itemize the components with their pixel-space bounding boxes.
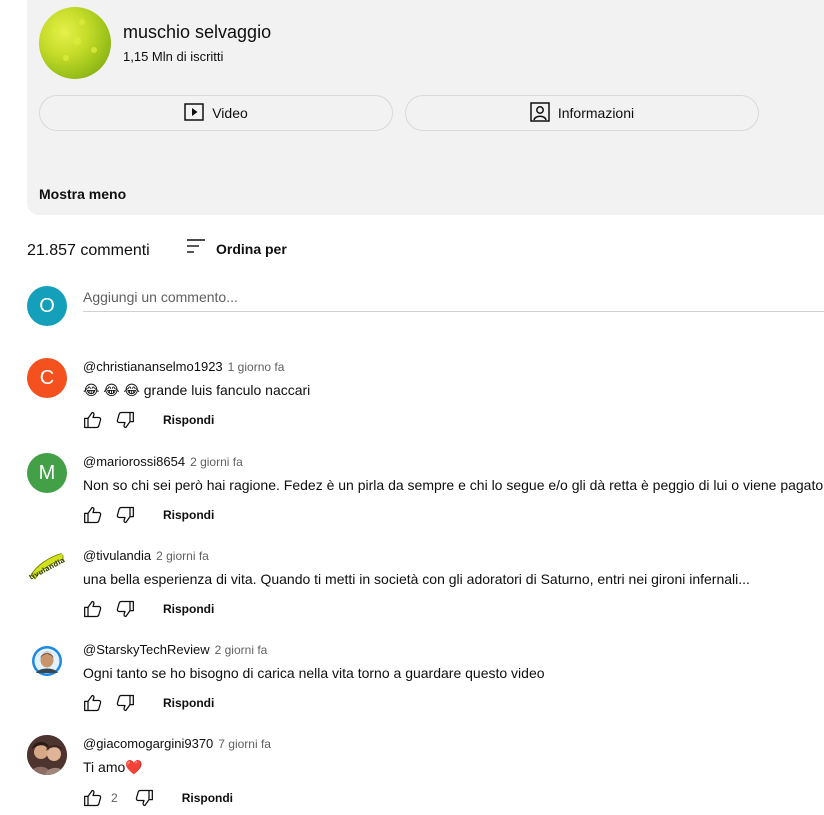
comment-text: una bella esperienza di vita. Quando ti … [83,571,750,587]
channel-card: muschio selvaggio 1,15 Mln di iscritti V… [27,0,824,215]
comment-avatar[interactable] [27,735,67,775]
comment-time[interactable]: 2 giorni fa [190,455,243,469]
video-button-label: Video [212,105,248,121]
video-play-icon [184,102,204,124]
comment-author[interactable]: @mariorossi8654 [83,454,185,469]
like-count: 2 [111,791,118,805]
comment-text: 😂 😂 😂 grande luis fanculo naccari [83,382,311,398]
info-button-label: Informazioni [557,105,635,121]
thumbs-up-icon[interactable] [81,503,105,527]
thumbs-down-icon[interactable] [113,408,137,432]
subscriber-count: 1,15 Mln di iscritti [123,49,224,64]
comment-time[interactable]: 2 giorni fa [215,643,268,657]
comment-thread: tivulandia @tivulandia 2 giorni fa una b… [27,547,824,633]
comment-thread: @giacomogargini9370 7 giorni fa Ti amo❤️… [27,735,824,815]
comment-author[interactable]: @giacomogargini9370 [83,736,213,751]
show-less-button[interactable]: Mostra meno [39,186,126,202]
thumbs-up-icon[interactable] [81,597,105,621]
comment-text: Non so chi sei però hai ragione. Fedez è… [83,477,824,493]
sort-icon [186,238,206,259]
channel-avatar[interactable] [39,7,111,79]
reply-button[interactable]: Rispondi [163,696,214,710]
comment-thread: M @mariorossi8654 2 giorni fa Non so chi… [27,453,824,539]
comment-time[interactable]: 1 giorno fa [228,360,285,374]
comment-avatar[interactable] [27,641,67,681]
comments-count: 21.857 commenti [27,242,150,259]
thumbs-up-icon[interactable] [81,786,105,810]
thumbs-down-icon[interactable] [113,503,137,527]
sort-button[interactable]: Ordina per [186,238,287,259]
comment-avatar[interactable]: C [27,358,67,398]
thumbs-down-icon[interactable] [113,691,137,715]
comment-time[interactable]: 7 giorni fa [218,737,271,751]
reply-button[interactable]: Rispondi [163,413,214,427]
user-avatar[interactable]: O [27,286,67,326]
reply-button[interactable]: Rispondi [182,791,233,805]
person-box-icon [530,101,550,125]
sort-label: Ordina per [216,240,287,257]
thumbs-down-icon[interactable] [132,786,156,810]
thumbs-down-icon[interactable] [113,597,137,621]
comment-avatar[interactable]: M [27,453,67,493]
video-button[interactable]: Video [39,95,393,131]
thumbs-up-icon[interactable] [81,691,105,715]
comment-avatar[interactable]: tivulandia [27,547,67,587]
thumbs-up-icon[interactable] [81,408,105,432]
comment-thread: @StarskyTechReview 2 giorni fa Ogni tant… [27,641,824,727]
comment-thread: C @christiananselmo1923 1 giorno fa 😂 😂 … [27,358,824,444]
channel-name[interactable]: muschio selvaggio [123,22,271,43]
info-button[interactable]: Informazioni [405,95,759,131]
comment-author[interactable]: @StarskyTechReview [83,642,210,657]
comment-text: Ti amo❤️ [83,759,143,775]
reply-button[interactable]: Rispondi [163,508,214,522]
comment-author[interactable]: @tivulandia [83,548,151,563]
add-comment-input[interactable] [83,288,824,312]
reply-button[interactable]: Rispondi [163,602,214,616]
comment-time[interactable]: 2 giorni fa [156,549,209,563]
comment-text: Ogni tanto se ho bisogno di carica nella… [83,665,545,681]
comment-author[interactable]: @christiananselmo1923 [83,359,223,374]
